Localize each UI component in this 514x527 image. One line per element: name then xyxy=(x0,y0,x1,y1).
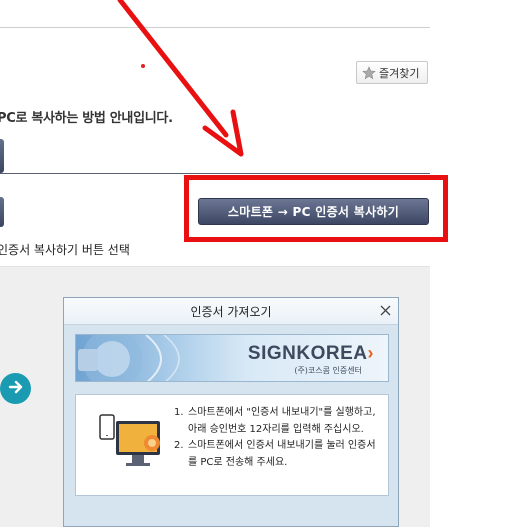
arrow-right-icon xyxy=(7,378,25,400)
import-certificate-dialog: 인증서 가져오기 SIGNKOREA› (주)코스콤 인증센터 1. 스마트폰에… xyxy=(63,297,399,527)
instruction-item: 2. 스마트폰에서 인증서 내보내기를 눌러 인증서를 PC로 전송해 주세요. xyxy=(174,440,376,468)
tab-partial[interactable] xyxy=(0,139,4,173)
instruction-item: 1. 스마트폰에서 "인증서 내보내기"를 실행하고, 아래 승인번호 12자리… xyxy=(174,407,376,435)
phone-to-pc-illustration xyxy=(99,414,160,466)
dialog-title: 인증서 가져오기 xyxy=(190,304,272,319)
signkorea-logo: SIGNKOREA› (주)코스콤 인증센터 xyxy=(247,343,374,375)
signkorea-banner: SIGNKOREA› (주)코스콤 인증센터 xyxy=(75,334,389,382)
banner-decoration xyxy=(78,335,180,381)
dialog-titlebar: 인증서 가져오기 xyxy=(64,298,398,325)
instruction-list: 1. 스마트폰에서 "인증서 내보내기"를 실행하고, 아래 승인번호 12자리… xyxy=(174,405,384,471)
instruction-box: 1. 스마트폰에서 "인증서 내보내기"를 실행하고, 아래 승인번호 12자리… xyxy=(75,394,389,496)
step-instruction: 인증서 복사하기 버튼 선택 xyxy=(0,243,130,257)
copy-certificate-button[interactable]: 스마트폰 → PC 인증서 복사하기 xyxy=(198,198,429,225)
bookmark-label: 즐겨찾기 xyxy=(379,66,420,80)
tab-underline xyxy=(0,173,430,174)
close-icon[interactable] xyxy=(377,302,394,319)
star-icon xyxy=(362,65,376,80)
intro-text: PC로 복사하는 방법 안내입니다. xyxy=(0,111,173,126)
bookmark-button[interactable]: 즐겨찾기 xyxy=(356,61,428,84)
partial-button[interactable] xyxy=(0,197,4,227)
next-slide-button[interactable] xyxy=(0,373,31,404)
annotation-dot xyxy=(141,64,145,68)
